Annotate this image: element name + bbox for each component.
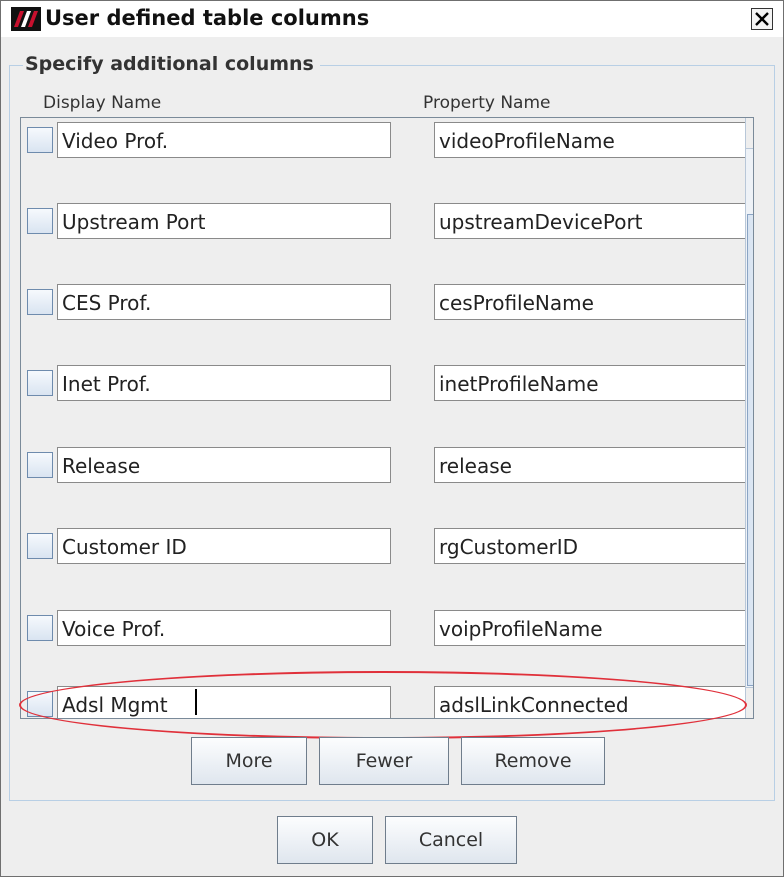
property-name-field[interactable]: cesProfileName (434, 284, 753, 320)
row-checkbox[interactable] (27, 289, 53, 315)
display-name-field[interactable]: Video Prof. (57, 122, 391, 158)
display-name-header: Display Name (43, 93, 162, 113)
arrow-up-icon (746, 118, 754, 148)
display-name-field[interactable]: Customer ID (57, 528, 391, 564)
window-title: User defined table columns (45, 6, 370, 30)
arrow-down-icon (746, 688, 754, 718)
display-name-field[interactable]: Adsl Mgmt (57, 686, 391, 718)
row-checkbox[interactable] (27, 370, 53, 396)
column-row: Customer ID rgCustomerID (21, 526, 753, 606)
display-name-field[interactable]: Voice Prof. (57, 610, 391, 646)
scroll-thumb[interactable] (747, 214, 753, 686)
remove-button[interactable]: Remove (461, 737, 605, 785)
property-name-field[interactable]: videoProfileName (434, 122, 753, 158)
property-name-field[interactable]: release (434, 447, 753, 483)
column-row: Release release (21, 445, 753, 525)
row-checkbox[interactable] (27, 208, 53, 234)
title-bar[interactable]: User defined table columns (1, 1, 783, 37)
scroll-up-button[interactable] (746, 118, 754, 149)
property-name-field[interactable]: inetProfileName (434, 365, 753, 401)
column-row: Inet Prof. inetProfileName (21, 363, 753, 443)
cancel-button[interactable]: Cancel (385, 816, 517, 864)
row-checkbox[interactable] (27, 127, 53, 153)
column-row: Adsl Mgmt adslLinkConnected (21, 684, 753, 718)
row-checkbox[interactable] (27, 533, 53, 559)
ok-button[interactable]: OK (277, 816, 373, 864)
property-name-field[interactable]: rgCustomerID (434, 528, 753, 564)
property-name-field[interactable]: upstreamDevicePort (434, 203, 753, 239)
display-name-field[interactable]: Release (57, 447, 391, 483)
columns-list[interactable]: Video Prof. videoProfileName Upstream Po… (20, 117, 754, 719)
more-button[interactable]: More (191, 737, 307, 785)
dialog-window: User defined table columns Specify addit… (0, 0, 784, 877)
text-cursor (195, 689, 197, 715)
display-name-field[interactable]: Upstream Port (57, 203, 391, 239)
app-logo-icon (11, 7, 41, 31)
scroll-down-button[interactable] (746, 687, 754, 718)
column-row: CES Prof. cesProfileName (21, 282, 753, 362)
column-row: Upstream Port upstreamDevicePort (21, 201, 753, 281)
vertical-scrollbar[interactable] (745, 118, 754, 718)
property-name-header: Property Name (423, 93, 551, 113)
column-row: Voice Prof. voipProfileName (21, 608, 753, 688)
display-name-field[interactable]: Inet Prof. (57, 365, 391, 401)
property-name-field[interactable]: voipProfileName (434, 610, 753, 646)
column-row: Video Prof. videoProfileName (21, 120, 753, 200)
close-icon (755, 12, 769, 26)
row-checkbox[interactable] (27, 615, 53, 641)
close-button[interactable] (751, 8, 773, 30)
row-checkbox[interactable] (27, 691, 53, 717)
fewer-button[interactable]: Fewer (319, 737, 449, 785)
display-name-field[interactable]: CES Prof. (57, 284, 391, 320)
property-name-field[interactable]: adslLinkConnected (434, 686, 753, 718)
group-title: Specify additional columns (23, 53, 320, 75)
row-checkbox[interactable] (27, 452, 53, 478)
